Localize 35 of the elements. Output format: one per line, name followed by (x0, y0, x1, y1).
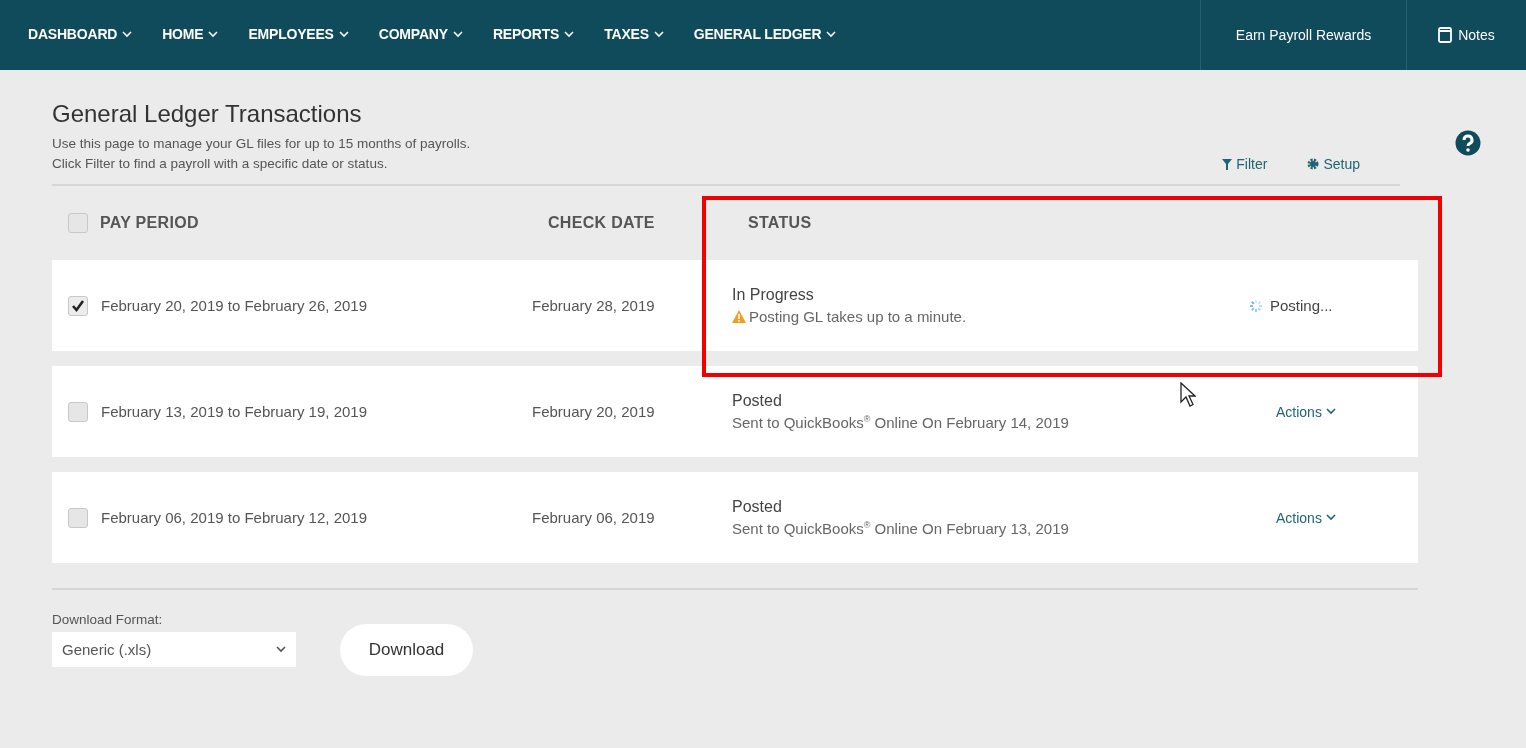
nav-menu-item[interactable]: GENERAL LEDGER (693, 22, 837, 48)
filter-button[interactable]: Filter (1222, 156, 1268, 172)
nav-menu-item[interactable]: HOME (162, 22, 219, 48)
status-label: Posted (732, 498, 782, 516)
actions-menu[interactable]: Actions (1276, 403, 1418, 420)
description-text: Use this page to manage your GL files for up to 15 months of payrolls. (52, 135, 471, 153)
check-date: February 06, 2019 (532, 509, 656, 526)
column-header: STATUS (748, 214, 813, 232)
check-date: February 20, 2019 (532, 403, 656, 420)
pay-period: February 13, 2019 to February 19, 2019 (101, 403, 367, 420)
nav-menu-item[interactable]: REPORTS (492, 22, 575, 48)
status-detail: Sent to QuickBooks$^{®}$ Online On February 14, 2019 (732, 414, 1069, 431)
status-detail: Sent to QuickBooks$^{®}$ Online On February 13, 2019 (732, 520, 1069, 537)
nav-menu-item[interactable]: COMPANY (378, 22, 463, 48)
pay-period: February 20, 2019 to February 26, 2019 (101, 297, 367, 314)
column-header: PAY PERIOD (100, 214, 199, 232)
column-header: CHECK DATE (548, 214, 656, 232)
nav-menu-item[interactable]: TAXES (604, 22, 664, 48)
format-dropdown[interactable]: Generic (.xls) (52, 632, 296, 667)
rewards-link[interactable]: Earn Payroll Rewards (1200, 0, 1406, 70)
page-title: General Ledger Transactions (52, 100, 363, 128)
pay-period: February 06, 2019 to February 12, 2019 (101, 509, 367, 526)
download-button[interactable]: Download (340, 624, 473, 676)
nav-menu-item[interactable]: EMPLOYEES (248, 22, 349, 48)
status-detail: Posting GL takes up to a minute. (749, 308, 967, 325)
notes-button[interactable]: Notes (1406, 0, 1526, 70)
actions-menu[interactable]: Actions (1276, 509, 1418, 526)
check-date: February 28, 2019 (532, 297, 656, 314)
nav-menu-item[interactable]: DASHBOARD (28, 22, 133, 48)
status-label: In Progress (732, 286, 814, 304)
setup-button[interactable]: Setup (1307, 156, 1360, 172)
status-label: Posted (732, 392, 782, 410)
description-text: Click Filter to find a payroll with a specific date or status. (52, 155, 389, 173)
posting-status: Posting... (1270, 297, 1333, 314)
format-label: Download Format: (52, 612, 164, 627)
